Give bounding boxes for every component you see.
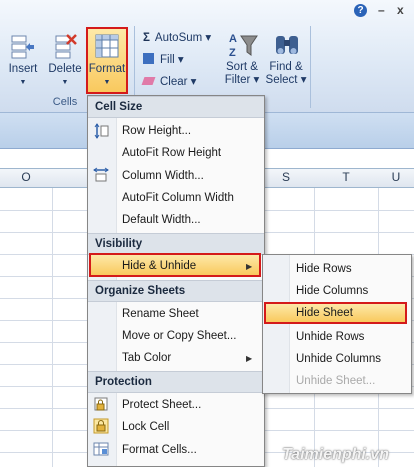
format-label: Format xyxy=(88,63,126,75)
fill-button[interactable]: Fill ▾ xyxy=(143,53,184,67)
svg-text:Z: Z xyxy=(229,47,236,59)
eraser-icon xyxy=(141,77,156,85)
group-separator xyxy=(310,26,311,108)
close-button[interactable]: x xyxy=(397,3,404,17)
insert-label: Insert xyxy=(8,63,38,75)
section-cell-size: Cell Size xyxy=(88,96,264,118)
submenu-item-hide-columns[interactable]: Hide Columns xyxy=(296,284,368,298)
watermark: Taimienphi.vn xyxy=(282,446,389,463)
clear-label: Clear ▾ xyxy=(160,76,197,88)
protect-sheet-icon xyxy=(93,396,109,412)
submenu-arrow-icon: ▶ xyxy=(246,262,253,271)
sort-filter-icon: A Z xyxy=(229,30,258,59)
insert-button[interactable]: Insert ▼ xyxy=(4,32,42,89)
submenu-item-hide-rows[interactable]: Hide Rows xyxy=(296,262,352,276)
format-button[interactable]: Format ▼ xyxy=(86,32,128,89)
menu-item-move-copy-sheet[interactable]: Move or Copy Sheet... xyxy=(122,329,236,343)
lock-icon xyxy=(93,418,109,434)
submenu-gutter xyxy=(263,255,290,393)
delete-button[interactable]: Delete ▼ xyxy=(46,32,84,89)
menu-item-autofit-row[interactable]: AutoFit Row Height xyxy=(122,146,221,160)
menu-item-protect-sheet[interactable]: Protect Sheet... xyxy=(122,398,201,412)
column-header-t[interactable]: T xyxy=(314,170,378,184)
column-header-s[interactable]: S xyxy=(258,170,314,184)
format-cells-small-icon xyxy=(93,441,109,457)
row-height-icon xyxy=(93,123,109,139)
menu-item-rename-sheet[interactable]: Rename Sheet xyxy=(122,307,199,321)
column-header-u[interactable]: U xyxy=(378,170,414,184)
submenu-item-unhide-columns[interactable]: Unhide Columns xyxy=(296,352,381,366)
find-select-label-2: Select ▾ xyxy=(265,74,307,86)
sigma-icon: Σ xyxy=(143,32,150,44)
menu-item-format-cells[interactable]: Format Cells... xyxy=(122,443,197,457)
section-protection: Protection xyxy=(88,371,264,393)
delete-dropdown-icon: ▼ xyxy=(61,79,69,86)
minimize-button[interactable]: – xyxy=(378,3,385,17)
sort-filter-button[interactable]: A Z Sort & Filter ▾ xyxy=(220,30,264,87)
find-select-button[interactable]: Find & Select ▾ xyxy=(264,30,308,87)
fill-label: Fill ▾ xyxy=(160,54,184,66)
menu-item-lock-cell[interactable]: Lock Cell xyxy=(122,420,169,434)
menu-item-default-width[interactable]: Default Width... xyxy=(122,213,201,227)
binoculars-icon xyxy=(273,30,299,58)
menu-item-hide-unhide[interactable]: Hide & Unhide xyxy=(122,259,196,273)
format-cells-icon xyxy=(94,32,120,60)
submenu-arrow-icon: ▶ xyxy=(246,354,253,363)
autosum-label: AutoSum ▾ xyxy=(154,32,212,44)
svg-text:A: A xyxy=(229,33,237,45)
menu-item-column-width[interactable]: Column Width... xyxy=(122,169,204,183)
fill-down-icon xyxy=(143,53,154,64)
grid-line xyxy=(52,168,53,467)
submenu-item-unhide-rows[interactable]: Unhide Rows xyxy=(296,330,364,344)
section-organize-sheets: Organize Sheets xyxy=(88,280,264,302)
menu-item-tab-color[interactable]: Tab Color xyxy=(122,351,171,365)
sort-filter-label-2: Filter ▾ xyxy=(224,74,260,86)
insert-dropdown-icon: ▼ xyxy=(19,79,27,86)
menu-item-row-height[interactable]: Row Height... xyxy=(122,124,191,138)
column-header-o[interactable]: O xyxy=(0,170,52,184)
delete-cells-icon xyxy=(52,32,78,60)
format-dropdown-icon: ▼ xyxy=(103,79,111,86)
autosum-button[interactable]: Σ AutoSum ▾ xyxy=(143,31,211,45)
format-menu: Cell Size Row Height... AutoFit Row Heig… xyxy=(87,95,265,467)
delete-label: Delete xyxy=(48,63,82,75)
clear-button[interactable]: Clear ▾ xyxy=(141,75,197,89)
menu-item-autofit-column[interactable]: AutoFit Column Width xyxy=(122,191,234,205)
find-select-label-1: Find & xyxy=(269,61,303,73)
insert-cells-icon xyxy=(10,32,36,60)
submenu-item-unhide-sheet: Unhide Sheet... xyxy=(296,375,376,387)
hide-unhide-submenu: Hide Rows Hide Columns Hide Sheet Unhide… xyxy=(262,254,412,394)
section-visibility: Visibility xyxy=(88,233,264,255)
submenu-item-hide-sheet[interactable]: Hide Sheet xyxy=(296,306,353,320)
help-icon[interactable]: ? xyxy=(354,4,367,17)
column-width-icon xyxy=(93,166,109,182)
sort-filter-label-1: Sort & xyxy=(226,61,258,73)
